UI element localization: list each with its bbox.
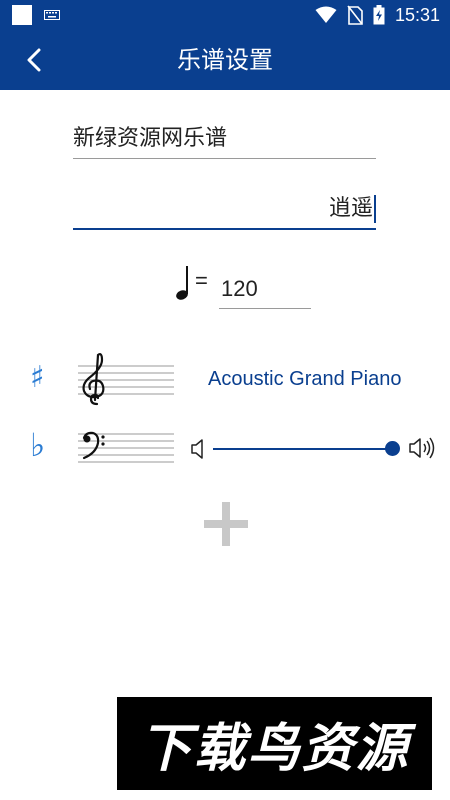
notification-square-icon: [12, 5, 32, 25]
status-bar: 15:31: [0, 0, 450, 30]
treble-clef-icon[interactable]: [78, 352, 174, 408]
wifi-icon: [315, 6, 337, 23]
volume-high-icon: [409, 437, 435, 459]
app-bar: 乐谱设置: [0, 30, 450, 90]
plus-icon: [204, 502, 248, 546]
tempo-input[interactable]: 120: [219, 272, 311, 309]
track-row: ♯ Acoustic Grand Piano: [0, 350, 450, 410]
flat-button[interactable]: ♭: [30, 426, 45, 464]
status-time: 15:31: [394, 4, 440, 25]
composer-value: 逍遥: [328, 196, 373, 221]
tempo-equals: =: [195, 268, 208, 293]
instrument-selector[interactable]: Acoustic Grand Piano: [208, 368, 401, 391]
no-sim-icon: [347, 5, 363, 25]
add-track-button[interactable]: [204, 502, 248, 546]
chevron-left-icon: [27, 48, 41, 72]
tempo-value: 120: [221, 276, 258, 301]
watermark-text: 下载鸟资源: [139, 719, 410, 779]
track-row: ♭: [0, 424, 450, 474]
watermark-logo: 下载鸟资源: [117, 697, 432, 790]
score-title-value: 新绿资源网乐谱: [73, 126, 228, 151]
volume-slider-thumb[interactable]: [385, 441, 400, 456]
battery-charging-icon: [373, 5, 385, 25]
keyboard-icon: [44, 10, 60, 20]
status-icons: 15:31: [315, 4, 440, 26]
bass-clef-icon[interactable]: [78, 429, 174, 469]
volume-slider-track[interactable]: [213, 448, 393, 450]
quarter-note-icon: [176, 266, 188, 300]
sharp-button[interactable]: ♯: [30, 360, 45, 395]
page-title: 乐谱设置: [177, 46, 273, 74]
back-button[interactable]: [18, 44, 50, 76]
volume-low-icon: [191, 439, 203, 459]
text-cursor: [374, 195, 376, 223]
score-title-input[interactable]: 新绿资源网乐谱: [73, 120, 376, 159]
composer-input[interactable]: 逍遥: [73, 190, 376, 230]
